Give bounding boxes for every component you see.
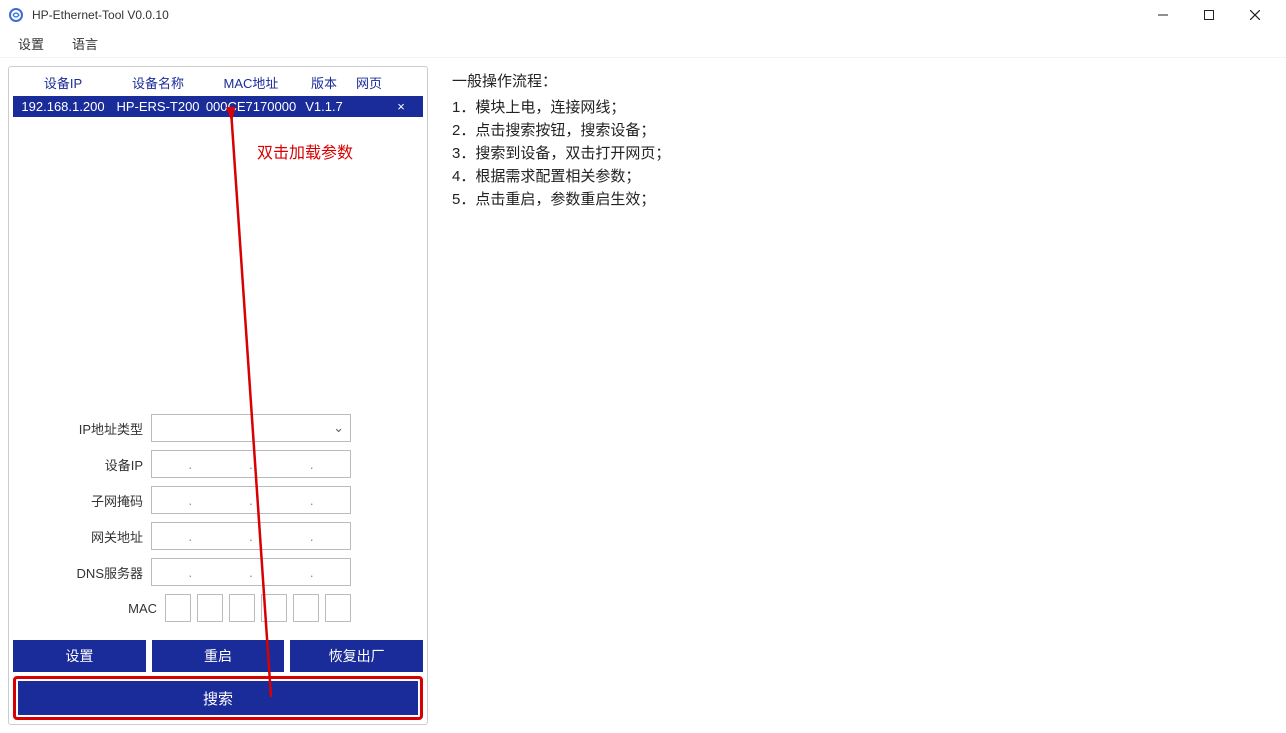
label-ip-type: IP地址类型 bbox=[31, 419, 151, 438]
minimize-button[interactable] bbox=[1140, 0, 1186, 30]
label-dns: DNS服务器 bbox=[31, 563, 151, 582]
mac-octet[interactable] bbox=[197, 594, 223, 622]
window-title: HP-Ethernet-Tool V0.0.10 bbox=[32, 8, 169, 22]
td-ver: V1.1.7 bbox=[299, 99, 349, 114]
instructions-list: 1．模块上电，连接网线； 2．点击搜索按钮，搜索设备； 3．搜索到设备，双击打开… bbox=[452, 95, 1278, 210]
network-form: IP地址类型 ⌄ 设备IP ... 子网掩码 ... 网关地址 ... DNS服… bbox=[13, 406, 423, 630]
row-delete-icon[interactable]: × bbox=[389, 99, 413, 114]
instruction-step: 5．点击重启，参数重启生效； bbox=[452, 187, 1278, 210]
mac-octet[interactable] bbox=[229, 594, 255, 622]
instruction-step: 2．点击搜索按钮，搜索设备； bbox=[452, 118, 1278, 141]
instructions-panel: 一般操作流程： 1．模块上电，连接网线； 2．点击搜索按钮，搜索设备； 3．搜索… bbox=[452, 66, 1278, 725]
td-mac: 000CE7170000 bbox=[203, 99, 299, 114]
restart-button[interactable]: 重启 bbox=[152, 640, 285, 672]
set-button[interactable]: 设置 bbox=[13, 640, 146, 672]
label-gateway: 网关地址 bbox=[31, 527, 151, 546]
instructions-heading: 一般操作流程： bbox=[452, 70, 1278, 91]
label-subnet: 子网掩码 bbox=[31, 491, 151, 510]
search-highlight: 搜索 bbox=[13, 676, 423, 720]
table-header: 设备IP 设备名称 MAC地址 版本 网页 bbox=[13, 71, 423, 94]
device-table: 设备IP 设备名称 MAC地址 版本 网页 192.168.1.200 HP-E… bbox=[13, 71, 423, 117]
td-ip: 192.168.1.200 bbox=[13, 99, 113, 114]
mac-octet[interactable] bbox=[261, 594, 287, 622]
maximize-button[interactable] bbox=[1186, 0, 1232, 30]
app-logo-icon bbox=[8, 7, 24, 23]
th-ver: 版本 bbox=[299, 73, 349, 92]
td-name: HP-ERS-T200 bbox=[113, 99, 203, 114]
label-device-ip: 设备IP bbox=[31, 455, 151, 474]
factory-button[interactable]: 恢复出厂 bbox=[290, 640, 423, 672]
mac-octet[interactable] bbox=[293, 594, 319, 622]
input-dns[interactable]: ... bbox=[151, 558, 351, 586]
menu-bar: 设置 语言 bbox=[0, 30, 1286, 58]
close-button[interactable] bbox=[1232, 0, 1278, 30]
select-ip-type[interactable]: ⌄ bbox=[151, 414, 351, 442]
input-subnet[interactable]: ... bbox=[151, 486, 351, 514]
th-web: 网页 bbox=[349, 73, 389, 92]
label-mac: MAC bbox=[45, 601, 165, 616]
chevron-down-icon: ⌄ bbox=[333, 420, 344, 436]
menu-settings[interactable]: 设置 bbox=[8, 30, 54, 57]
device-row[interactable]: 192.168.1.200 HP-ERS-T200 000CE7170000 V… bbox=[13, 96, 423, 117]
search-button[interactable]: 搜索 bbox=[18, 681, 418, 715]
instruction-step: 4．根据需求配置相关参数； bbox=[452, 164, 1278, 187]
instruction-step: 1．模块上电，连接网线； bbox=[452, 95, 1278, 118]
th-name: 设备名称 bbox=[113, 73, 203, 92]
menu-language[interactable]: 语言 bbox=[62, 30, 108, 57]
input-gateway[interactable]: ... bbox=[151, 522, 351, 550]
mac-octet[interactable] bbox=[325, 594, 351, 622]
mac-octet[interactable] bbox=[165, 594, 191, 622]
instruction-step: 3．搜索到设备，双击打开网页； bbox=[452, 141, 1278, 164]
left-panel: 设备IP 设备名称 MAC地址 版本 网页 192.168.1.200 HP-E… bbox=[8, 66, 428, 725]
input-mac bbox=[165, 594, 351, 622]
input-device-ip[interactable]: ... bbox=[151, 450, 351, 478]
annotation-text: 双击加载参数 bbox=[257, 139, 353, 163]
th-mac: MAC地址 bbox=[203, 73, 299, 92]
th-ip: 设备IP bbox=[13, 73, 113, 92]
title-bar: HP-Ethernet-Tool V0.0.10 bbox=[0, 0, 1286, 30]
